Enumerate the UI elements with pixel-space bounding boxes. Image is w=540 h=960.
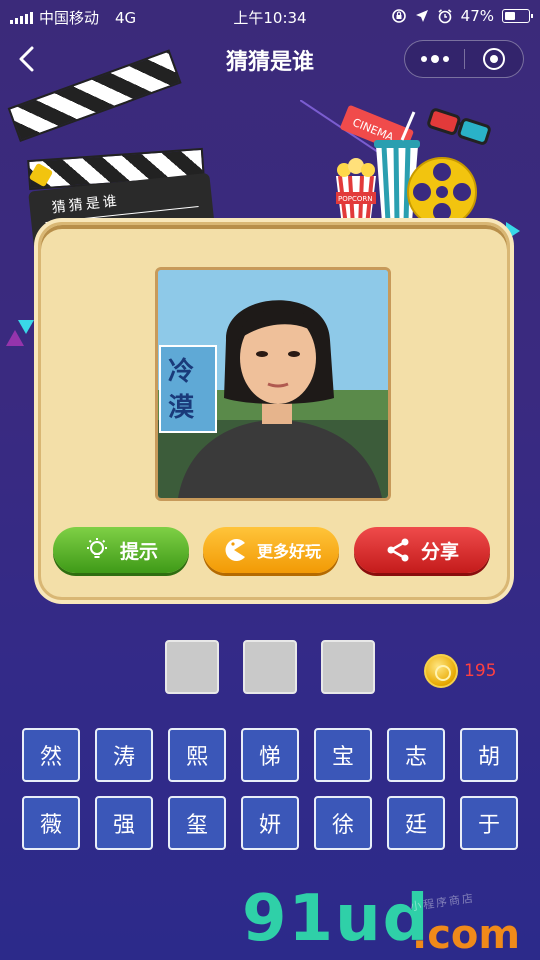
- answer-slot-2[interactable]: [243, 640, 297, 694]
- alarm-icon: [438, 9, 452, 24]
- more-games-button-label: 更多好玩: [256, 542, 321, 561]
- letter-key[interactable]: 强: [95, 796, 153, 850]
- battery-icon: [502, 9, 533, 23]
- lightbulb-icon: [86, 538, 107, 558]
- hint-button[interactable]: 提示: [53, 527, 189, 573]
- letter-key[interactable]: 熙: [168, 728, 226, 782]
- letter-key[interactable]: 然: [22, 728, 80, 782]
- hint-button-label: 提示: [119, 540, 158, 563]
- battery-percent: 47%: [460, 7, 494, 25]
- photo-caption-line1: 冷: [168, 356, 194, 387]
- watermark-domain: .com: [412, 912, 521, 958]
- nav-bar: 猜猜是谁: [0, 34, 540, 84]
- pacman-icon: [225, 539, 245, 561]
- more-games-button[interactable]: 更多好玩: [203, 527, 339, 573]
- letter-key[interactable]: 胡: [460, 728, 518, 782]
- coin-count: 195: [464, 661, 497, 681]
- answer-slot-3[interactable]: [321, 640, 375, 694]
- more-options-icon[interactable]: [405, 41, 464, 77]
- letter-key[interactable]: 玺: [168, 796, 226, 850]
- letter-key[interactable]: 妍: [241, 796, 299, 850]
- letter-key[interactable]: 于: [460, 796, 518, 850]
- popcorn-label: POPCORN: [338, 195, 372, 203]
- cinema-decoration-icon: CINEMA POPCORN: [336, 105, 491, 227]
- letter-key[interactable]: 志: [387, 728, 445, 782]
- answer-slot-1[interactable]: [165, 640, 219, 694]
- location-icon: [415, 10, 428, 22]
- letter-key[interactable]: 宝: [314, 728, 372, 782]
- question-card: 冷 漠 提示 更多好玩 分享: [38, 222, 510, 600]
- share-icon: [387, 538, 409, 562]
- letter-key[interactable]: 廷: [387, 796, 445, 850]
- close-mini-program-icon[interactable]: [465, 41, 523, 77]
- gold-coin-icon: [424, 654, 458, 688]
- photo-caption-line2: 漠: [168, 393, 195, 423]
- letter-key[interactable]: 薇: [22, 796, 80, 850]
- status-bar: 中国移动 4G 上午10:34 47%: [0, 0, 540, 34]
- site-watermark: 91ud 小程序商店 .com: [242, 882, 532, 958]
- clapper-subtitle: 猜猜是谁: [51, 193, 121, 217]
- watermark-brand: 91ud: [242, 882, 431, 956]
- share-button[interactable]: 分享: [354, 527, 490, 573]
- rotation-lock-icon: [391, 9, 406, 23]
- decor-triangle-magenta: [6, 330, 24, 346]
- mystery-person-photo: 冷 漠: [155, 267, 391, 501]
- letter-key[interactable]: 悌: [241, 728, 299, 782]
- letter-key[interactable]: 徐: [314, 796, 372, 850]
- mini-program-capsule: [404, 40, 524, 78]
- share-button-label: 分享: [420, 540, 459, 563]
- letter-key[interactable]: 涛: [95, 728, 153, 782]
- coin-balance: 195: [424, 654, 496, 688]
